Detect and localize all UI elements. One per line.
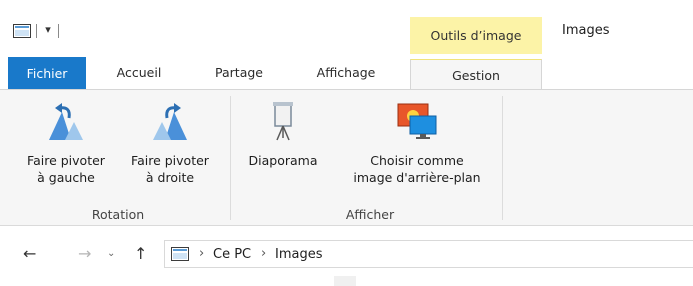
title-bar: ▾ Outils d’image Images: [0, 0, 693, 54]
group-divider: [502, 96, 503, 220]
navigation-bar: ← → ⌄ ↑ › Ce PC › Images: [0, 226, 693, 286]
breadcrumb-ce-pc[interactable]: Ce PC: [213, 247, 251, 262]
set-background-label-line2: image d'arrière-plan: [353, 170, 481, 185]
breadcrumb-separator-icon[interactable]: ›: [199, 246, 204, 261]
set-background-icon: [394, 100, 440, 144]
recent-locations-chevron-icon[interactable]: ⌄: [107, 248, 115, 259]
tab-gestion[interactable]: Gestion: [410, 59, 542, 91]
rotate-right-label-line1: Faire pivoter: [131, 153, 209, 168]
properties-icon[interactable]: [13, 24, 31, 38]
breadcrumb-separator-icon[interactable]: ›: [261, 246, 266, 261]
address-bar[interactable]: › Ce PC › Images: [164, 240, 693, 268]
picture-tools-context-label: Outils d’image: [410, 17, 542, 54]
up-arrow-icon[interactable]: ↑: [134, 244, 147, 263]
ribbon-panel: Faire pivoter à gauche Faire pivoter à d…: [0, 89, 693, 226]
set-background-label-line1: Choisir comme: [370, 153, 464, 168]
content-area-edge: [334, 276, 356, 286]
tab-partage[interactable]: Partage: [196, 54, 282, 90]
slideshow-button[interactable]: Diaporama: [238, 100, 328, 169]
forward-arrow-icon[interactable]: →: [78, 244, 91, 263]
rotate-right-button[interactable]: Faire pivoter à droite: [118, 100, 222, 186]
tab-fichier[interactable]: Fichier: [8, 57, 86, 89]
slideshow-icon: [260, 100, 306, 144]
rotate-left-label-line1: Faire pivoter: [27, 153, 105, 168]
rotate-right-label-line2: à droite: [145, 170, 195, 185]
quick-access-divider: [36, 24, 37, 38]
set-background-button[interactable]: Choisir comme image d'arrière-plan: [330, 100, 504, 186]
breadcrumb-images[interactable]: Images: [275, 247, 323, 262]
window-title: Images: [562, 23, 610, 38]
rotate-left-label-line2: à gauche: [37, 170, 95, 185]
quick-access-dropdown-icon[interactable]: ▾: [41, 23, 55, 39]
tab-accueil[interactable]: Accueil: [98, 54, 180, 90]
group-label-afficher: Afficher: [345, 207, 395, 222]
pc-location-icon: [171, 247, 189, 261]
rotate-left-button[interactable]: Faire pivoter à gauche: [14, 100, 118, 186]
group-divider: [230, 96, 231, 220]
group-label-rotation: Rotation: [91, 207, 145, 222]
slideshow-label: Diaporama: [248, 153, 318, 168]
rotate-left-icon: [43, 100, 89, 144]
tab-affichage[interactable]: Affichage: [300, 54, 392, 90]
ribbon-tabs: Fichier Accueil Partage Affichage Gestio…: [0, 54, 693, 91]
quick-access-divider: [58, 24, 59, 38]
rotate-right-icon: [147, 100, 193, 144]
back-arrow-icon[interactable]: ←: [23, 244, 36, 263]
